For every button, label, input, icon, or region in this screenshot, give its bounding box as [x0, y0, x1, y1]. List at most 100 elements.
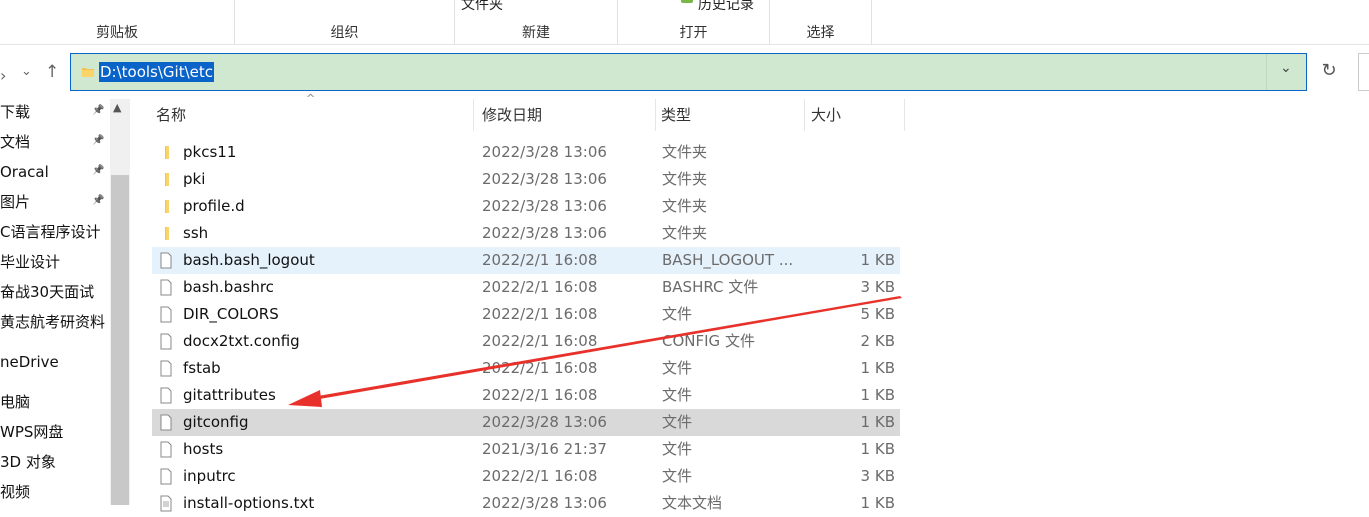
file-name: pki: [183, 170, 206, 188]
file-row[interactable]: pkcs11 2022/3/28 13:06 文件夹: [152, 139, 900, 166]
folder-icon: [165, 227, 169, 240]
folder-icon: [165, 173, 169, 186]
file-date: 2022/2/1 16:08: [482, 251, 598, 269]
ribbon-group-new[interactable]: 文件夹 新建: [455, 0, 618, 45]
sidebar-item[interactable]: 3D 对象: [0, 449, 110, 475]
file-name: install-options.txt: [183, 494, 315, 512]
sidebar-item[interactable]: 奋战30天面试: [0, 279, 110, 305]
folder-icon: [165, 200, 169, 213]
file-icon: [160, 279, 172, 296]
ribbon-group-open[interactable]: 历史记录 打开: [618, 0, 770, 45]
file-size: 5 KB: [860, 305, 895, 323]
column-header-size[interactable]: 大小: [805, 99, 905, 131]
address-path[interactable]: D:\tools\Git\etc: [99, 62, 215, 82]
file-row[interactable]: bash.bashrc 2022/2/1 16:08 BASHRC 文件 3 KB: [152, 274, 900, 301]
column-header-type[interactable]: 类型: [655, 99, 805, 131]
sidebar-item[interactable]: 毕业设计: [0, 249, 110, 275]
file-icon: [160, 252, 172, 269]
file-name: hosts: [183, 440, 224, 458]
address-dropdown-button[interactable]: ⌄: [1266, 54, 1306, 90]
file-type: 文件夹: [662, 197, 708, 215]
sidebar-item-label: 3D 对象: [0, 453, 56, 471]
file-row[interactable]: bash.bash_logout 2022/2/1 16:08 BASH_LOGOU…: [152, 247, 900, 274]
ribbon-group-select[interactable]: 选择: [770, 0, 872, 45]
pin-icon[interactable]: 📌: [92, 105, 104, 119]
history-label[interactable]: 历史记录: [698, 0, 754, 14]
scroll-up-icon[interactable]: ▲: [113, 101, 121, 114]
file-row[interactable]: inputrc 2022/2/1 16:08 文件 3 KB: [152, 463, 900, 490]
file-type: BASH_LOGOUT ...: [662, 251, 794, 269]
sidebar-item-label: 奋战30天面试: [0, 283, 95, 301]
file-size: 1 KB: [860, 413, 895, 431]
file-size: 3 KB: [860, 278, 895, 296]
file-size: 1 KB: [860, 359, 895, 377]
sidebar-item[interactable]: 黄志航考研资料: [0, 309, 110, 335]
file-date: 2022/3/28 13:06: [482, 170, 607, 188]
ribbon-group-label: 组织: [330, 25, 359, 41]
up-arrow-icon[interactable]: ↑: [45, 62, 59, 82]
folder-icon: [82, 68, 94, 77]
file-row[interactable]: hosts 2021/3/16 21:37 文件 1 KB: [152, 436, 900, 463]
file-type: 文件: [662, 413, 693, 431]
forward-icon[interactable]: ›: [0, 66, 6, 85]
ribbon-group-label: 打开: [679, 25, 708, 41]
column-header-modified[interactable]: 修改日期: [476, 99, 656, 131]
file-row[interactable]: gitattributes 2022/2/1 16:08 文件 1 KB: [152, 382, 900, 409]
sidebar-item-label: 文档: [0, 133, 31, 151]
file-type: 文件: [662, 359, 693, 377]
file-date: 2022/3/28 13:06: [482, 143, 607, 161]
file-name: gitconfig: [183, 413, 249, 431]
file-type: 文本文档: [662, 494, 723, 512]
file-size: 1 KB: [860, 386, 895, 404]
file-row[interactable]: docx2txt.config 2022/2/1 16:08 CONFIG 文件 2 …: [152, 328, 900, 355]
file-type: 文件: [662, 440, 693, 458]
recent-locations-icon[interactable]: ⌄: [21, 64, 32, 79]
address-bar[interactable]: D:\tools\Git\etc ⌄: [70, 53, 1307, 91]
history-icon: [681, 0, 693, 3]
file-name: docx2txt.config: [183, 332, 300, 350]
pin-icon[interactable]: 📌: [92, 135, 104, 149]
file-row[interactable]: gitconfig 2022/3/28 13:06 文件 1 KB: [152, 409, 900, 436]
sidebar-item[interactable]: 电脑: [0, 389, 110, 415]
file-row[interactable]: install-options.txt 2022/3/28 13:06 文本文档 1 …: [152, 490, 900, 517]
file-icon: [160, 468, 172, 485]
folder-icon: [165, 146, 169, 159]
text-file-icon: [160, 495, 172, 512]
sidebar-item[interactable]: C语言程序设计: [0, 219, 110, 245]
sidebar-item-label: 下载: [0, 103, 31, 121]
file-row[interactable]: pki 2022/3/28 13:06 文件夹: [152, 166, 900, 193]
file-size: 1 KB: [860, 440, 895, 458]
file-type: 文件: [662, 467, 693, 485]
search-input[interactable]: [1358, 53, 1369, 91]
file-row[interactable]: fstab 2022/2/1 16:08 文件 1 KB: [152, 355, 900, 382]
ribbon-group-organize[interactable]: 组织: [235, 0, 455, 45]
sidebar-item[interactable]: 视频: [0, 479, 110, 505]
sidebar-item[interactable]: WPS网盘: [0, 419, 110, 445]
ribbon-group-label: 选择: [806, 25, 835, 41]
file-name: ssh: [183, 224, 209, 242]
file-type: 文件夹: [662, 143, 708, 161]
file-date: 2022/3/28 13:06: [482, 224, 607, 242]
pin-icon[interactable]: 📌: [92, 195, 104, 209]
refresh-icon[interactable]: ↻: [1310, 53, 1348, 91]
file-name: bash.bashrc: [183, 278, 274, 296]
sidebar-item[interactable]: neDrive: [0, 349, 110, 375]
file-type: 文件: [662, 305, 693, 323]
file-icon: [160, 414, 172, 431]
sidebar-item-label: 黄志航考研资料: [0, 313, 106, 331]
file-name: DIR_COLORS: [183, 305, 279, 323]
new-folder-label[interactable]: 文件夹: [461, 0, 503, 14]
file-row[interactable]: profile.d 2022/3/28 13:06 文件夹: [152, 193, 900, 220]
pin-icon[interactable]: 📌: [92, 165, 104, 179]
file-row[interactable]: ssh 2022/3/28 13:06 文件夹: [152, 220, 900, 247]
file-date: 2022/2/1 16:08: [482, 278, 598, 296]
file-date: 2022/2/1 16:08: [482, 359, 598, 377]
file-row[interactable]: DIR_COLORS 2022/2/1 16:08 文件 5 KB: [152, 301, 900, 328]
file-date: 2022/3/28 13:06: [482, 494, 607, 512]
file-icon: [160, 306, 172, 323]
ribbon-group-clipboard[interactable]: 剪贴板: [0, 0, 235, 45]
column-header-name[interactable]: 名称: [150, 99, 474, 131]
file-icon: [160, 441, 172, 458]
file-date: 2021/3/16 21:37: [482, 440, 607, 458]
sidebar-scroll-thumb[interactable]: [111, 175, 129, 505]
